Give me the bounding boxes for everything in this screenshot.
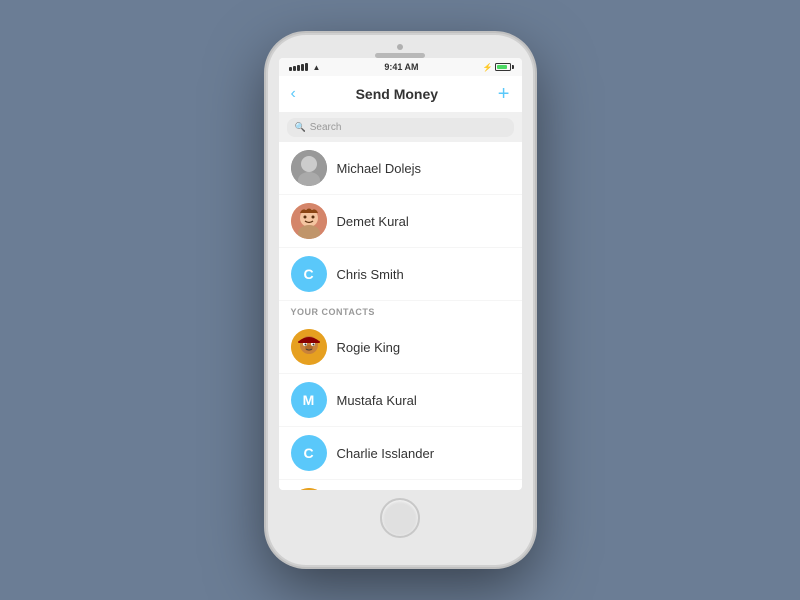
contact-item-rogie-2[interactable]: Rogie King (279, 480, 522, 490)
contact-name-mustafa: Mustafa Kural (337, 393, 417, 408)
avatar-demet-svg (291, 203, 327, 239)
status-time: 9:41 AM (384, 62, 418, 72)
search-icon: 🔍 (295, 122, 306, 133)
contact-name-chris: Chris Smith (337, 267, 404, 282)
avatar-demet (291, 203, 327, 239)
phone-frame: ▲ 9:41 AM ⚡ ‹ Send Money + 🔍 Search (268, 35, 533, 565)
your-contacts-header: YOUR CONTACTS (279, 301, 522, 321)
contact-name-michael: Michael Dolejs (337, 161, 422, 176)
back-button[interactable]: ‹ (291, 85, 296, 103)
contact-item-rogie-1[interactable]: Rogie King (279, 321, 522, 374)
signal-dot-5 (305, 63, 308, 71)
avatar-chris: C (291, 256, 327, 292)
search-bar: 🔍 Search (279, 113, 522, 142)
camera-dot (397, 44, 403, 50)
avatar-mustafa: M (291, 382, 327, 418)
signal-dots (289, 63, 308, 71)
phone-bottom (380, 498, 420, 538)
contact-item-michael[interactable]: Michael Dolejs (279, 142, 522, 195)
status-right: ⚡ (483, 63, 512, 72)
signal-dot-2 (293, 66, 296, 71)
contact-item-mustafa[interactable]: M Mustafa Kural (279, 374, 522, 427)
nav-bar: ‹ Send Money + (279, 76, 522, 113)
contact-name-charlie: Charlie Isslander (337, 446, 435, 461)
wifi-icon: ▲ (313, 63, 321, 72)
contact-name-rogie-1: Rogie King (337, 340, 401, 355)
avatar-michael (291, 150, 327, 186)
add-button[interactable]: + (498, 84, 510, 104)
avatar-letter-charlie: C (303, 445, 313, 461)
search-input-wrapper[interactable]: 🔍 Search (287, 118, 514, 137)
avatar-charlie: C (291, 435, 327, 471)
avatar-rogie-2 (291, 488, 327, 490)
signal-dot-1 (289, 67, 292, 71)
contact-item-charlie[interactable]: C Charlie Isslander (279, 427, 522, 480)
home-button[interactable] (380, 498, 420, 538)
page-title: Send Money (356, 86, 438, 102)
contact-name-demet: Demet Kural (337, 214, 409, 229)
contact-item-chris[interactable]: C Chris Smith (279, 248, 522, 301)
phone-screen: ▲ 9:41 AM ⚡ ‹ Send Money + 🔍 Search (279, 58, 522, 490)
avatar-letter-mustafa: M (303, 392, 315, 408)
avatar-rogie-svg-1 (291, 329, 327, 365)
contacts-list: Michael Dolejs Demet Kural (279, 142, 522, 490)
avatar-rogie-1 (291, 329, 327, 365)
contact-item-demet[interactable]: Demet Kural (279, 195, 522, 248)
signal-dot-3 (297, 65, 300, 71)
avatar-michael-svg (291, 150, 327, 186)
status-bar: ▲ 9:41 AM ⚡ (279, 58, 522, 76)
battery-charging-icon: ⚡ (483, 63, 493, 72)
status-left: ▲ (289, 63, 321, 72)
signal-dot-4 (301, 64, 304, 71)
battery-icon (495, 63, 511, 71)
search-placeholder: Search (310, 122, 342, 133)
battery-fill (497, 65, 507, 69)
avatar-letter-chris: C (303, 266, 313, 282)
avatar-rogie-svg-2 (291, 488, 327, 490)
